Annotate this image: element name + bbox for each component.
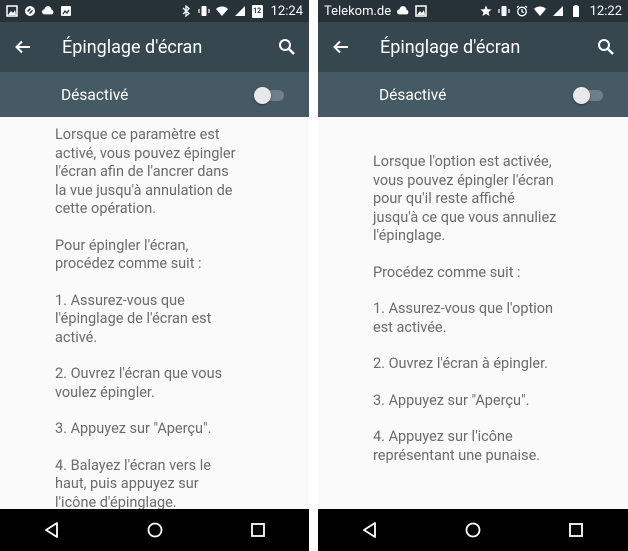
cloud-notification-icon: [397, 6, 409, 15]
search-icon: [598, 39, 614, 55]
instruction-paragraph: Procédez comme suit :: [373, 263, 521, 281]
search-button[interactable]: [265, 22, 309, 72]
status-time: 12:24: [270, 3, 303, 19]
battery-level: 12: [253, 6, 262, 15]
screen-pinning-toggle[interactable]: [254, 84, 288, 106]
master-switch-bar[interactable]: Désactivé: [0, 72, 309, 117]
instruction-paragraph: 2. Ouvrez l'écran que vous voulez épingl…: [55, 365, 223, 401]
instruction-paragraph: Pour épingler l'écran, procédez comme su…: [55, 236, 202, 273]
search-button[interactable]: [584, 22, 628, 72]
navigation-bar: [318, 509, 628, 551]
square-recents-icon: [569, 523, 584, 537]
instruction-paragraph: 1. Assurez-vous que l'épinglage de l'écr…: [55, 291, 212, 346]
status-bar: 12 12:24: [0, 0, 309, 22]
instruction-paragraph: 1. Assurez-vous que l'option est activée…: [373, 300, 554, 336]
right-phone-screen: Telekom.de 12:22 Épinglage d'écran Désac…: [318, 0, 628, 551]
instructions-text: Lorsque ce paramètre est activé, vous po…: [55, 126, 289, 530]
switch-label: Désactivé: [379, 85, 447, 104]
link-notification-icon: [25, 6, 35, 16]
nav-back-button[interactable]: [350, 510, 390, 550]
app-toolbar: Épinglage d'écran: [318, 22, 628, 72]
triangle-back-icon: [362, 522, 376, 538]
photos-notification-icon: [61, 6, 71, 16]
instructions-text: Lorsque l'option est activée, vous pouve…: [373, 153, 608, 483]
signal-icon: [552, 6, 563, 16]
arrow-back-icon: [333, 40, 348, 54]
page-title: Épinglage d'écran: [380, 36, 521, 58]
instruction-paragraph: 4. Balayez l'écran vers le haut, puis ap…: [55, 456, 211, 511]
nav-back-button[interactable]: [32, 510, 72, 550]
star-icon: [480, 5, 492, 16]
back-button[interactable]: [2, 22, 44, 72]
search-icon: [279, 39, 295, 55]
vibrate-icon: [198, 6, 210, 16]
wifi-icon: [215, 6, 228, 16]
instruction-paragraph: 3. Appuyez sur "Aperçu".: [55, 420, 212, 437]
toggle-thumb[interactable]: [573, 86, 590, 104]
instruction-paragraph: Lorsque l'option est activée, vous pouve…: [373, 153, 557, 244]
status-bar: Telekom.de 12:22: [318, 0, 628, 22]
square-recents-icon: [250, 523, 265, 537]
triangle-back-icon: [44, 522, 58, 538]
nav-home-button[interactable]: [453, 510, 493, 550]
back-button[interactable]: [320, 22, 362, 72]
arrow-back-icon: [15, 40, 30, 54]
image-notification-icon: [6, 5, 18, 17]
instruction-paragraph: 3. Appuyez sur "Aperçu".: [373, 391, 530, 409]
nav-home-button[interactable]: [135, 510, 175, 550]
page-title: Épinglage d'écran: [62, 36, 203, 58]
wifi-icon: [533, 6, 546, 16]
circle-home-icon: [147, 522, 162, 538]
navigation-bar: [0, 509, 309, 551]
image-notification-icon: [415, 5, 427, 17]
circle-home-icon: [465, 522, 481, 538]
carrier-name: Telekom.de: [324, 3, 392, 19]
instruction-paragraph: 4. Appuyez sur l'icône représentant une …: [373, 428, 541, 464]
nav-recents-button[interactable]: [238, 510, 278, 550]
switch-label: Désactivé: [61, 85, 129, 104]
left-phone-screen: 12 12:24 Épinglage d'écran Désactivé Lor…: [0, 0, 309, 551]
screen-pinning-toggle[interactable]: [573, 84, 607, 106]
toggle-thumb[interactable]: [254, 86, 271, 104]
master-switch-bar[interactable]: Désactivé: [318, 72, 628, 117]
cloud-notification-icon: [42, 6, 54, 15]
signal-icon: [234, 6, 245, 16]
alarm-icon: [516, 5, 528, 17]
app-toolbar: Épinglage d'écran: [0, 22, 309, 72]
screenshot-divider: [309, 0, 318, 551]
instruction-paragraph: Lorsque ce paramètre est activé, vous po…: [55, 126, 236, 217]
nav-recents-button[interactable]: [556, 510, 596, 550]
bluetooth-icon: [182, 5, 190, 17]
status-time: 12:22: [589, 3, 622, 19]
instruction-paragraph: 2. Ouvrez l'écran à épingler.: [373, 355, 548, 372]
vibrate-icon: [498, 6, 510, 16]
battery-icon: 12: [251, 4, 263, 18]
battery-icon: [572, 5, 579, 17]
